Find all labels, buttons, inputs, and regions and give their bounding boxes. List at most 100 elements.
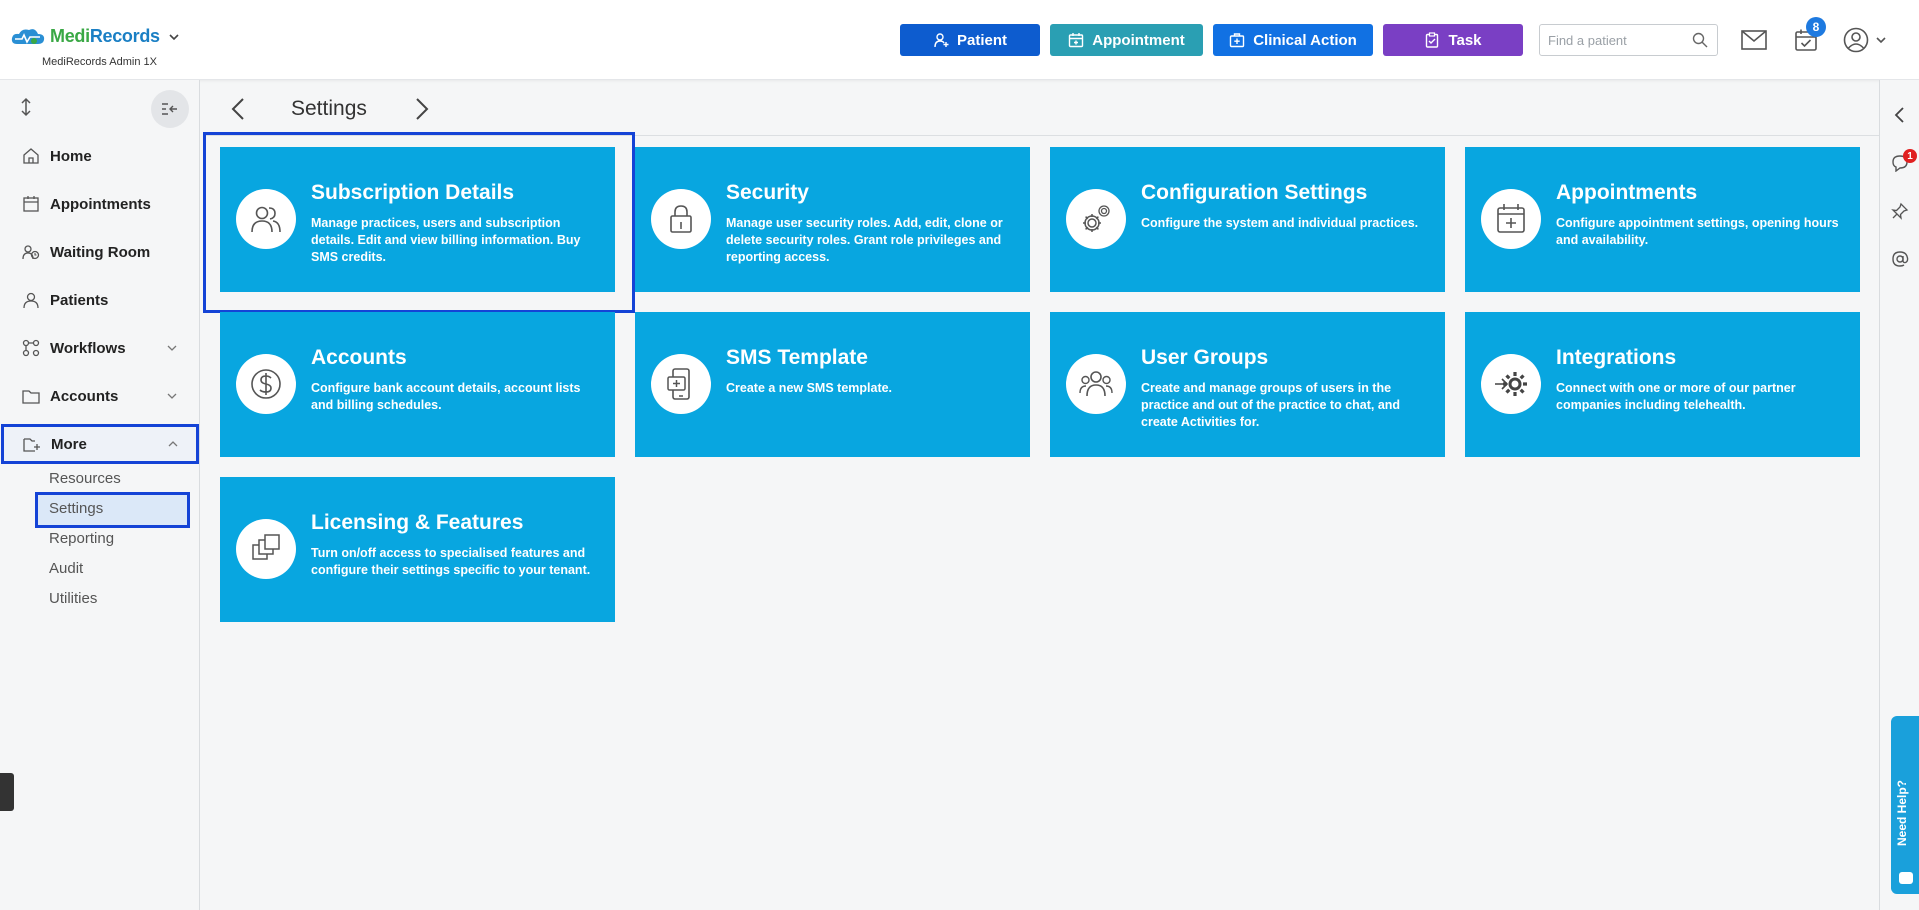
mobile-message-icon: [651, 354, 711, 414]
folder-add-icon: [23, 435, 41, 453]
reorder-icon[interactable]: [18, 97, 34, 117]
sidebar-item-label: More: [51, 435, 87, 453]
sidebar-top: [0, 80, 200, 135]
chevron-up-icon: [168, 441, 178, 447]
sidebar-item-accounts[interactable]: Accounts: [0, 376, 200, 416]
appointment-button[interactable]: Appointment: [1050, 24, 1203, 56]
calendar-icon: [1069, 33, 1084, 48]
calendar-add-icon: [1481, 189, 1541, 249]
tile-accounts[interactable]: Accounts Configure bank account details,…: [220, 312, 615, 457]
tile-title: Accounts: [311, 346, 407, 369]
chevron-left-icon[interactable]: [230, 97, 246, 121]
user-group-icon: [1066, 354, 1126, 414]
collapse-sidebar-button[interactable]: [151, 90, 189, 128]
sidebar-item-home[interactable]: Home: [0, 136, 200, 176]
tile-user-groups[interactable]: User Groups Create and manage groups of …: [1050, 312, 1445, 457]
gears-icon: [1066, 189, 1126, 249]
brand-part-1: Medi: [50, 26, 90, 46]
sidebar-item-waiting-room[interactable]: Waiting Room: [0, 232, 200, 272]
medical-kit-icon: [1229, 33, 1245, 48]
tile-integrations[interactable]: Integrations Connect with one or more of…: [1465, 312, 1860, 457]
sidebar-item-label: Home: [50, 147, 92, 165]
tile-description: Manage user security roles. Add, edit, c…: [726, 216, 1003, 264]
tile-title: Appointments: [1556, 181, 1698, 204]
tile-configuration-settings[interactable]: Configuration Settings Configure the sys…: [1050, 147, 1445, 292]
lock-icon: [651, 189, 711, 249]
tile-sms-template[interactable]: SMS Template Create a new SMS template.: [635, 312, 1030, 457]
tile-title: Subscription Details: [311, 181, 515, 204]
users-icon: [236, 189, 296, 249]
appointment-button-label: Appointment: [1092, 31, 1185, 49]
sidebar-subitem-utilities[interactable]: Utilities: [49, 586, 97, 610]
sidebar-subitem-resources[interactable]: Resources: [49, 466, 121, 490]
mail-button[interactable]: [1740, 26, 1768, 54]
breadcrumb: Settings: [204, 80, 1879, 136]
tile-description: Configure appointment settings, opening …: [1556, 216, 1839, 247]
page-title: Settings: [291, 97, 367, 120]
at-mention-icon[interactable]: [1891, 250, 1909, 268]
chevron-left-icon[interactable]: [1891, 106, 1909, 124]
pin-icon[interactable]: [1891, 202, 1909, 220]
tile-licensing-features[interactable]: Licensing & Features Turn on/off access …: [220, 477, 615, 622]
sidebar-subitem-reporting[interactable]: Reporting: [49, 526, 114, 550]
brand-part-2: Records: [89, 26, 160, 46]
integration-gear-icon: [1481, 354, 1541, 414]
tenant-subtitle: MediRecords Admin 1X: [42, 56, 157, 68]
tile-title: Security: [726, 181, 809, 204]
brand-name: MediRecords: [50, 26, 160, 47]
search-icon[interactable]: [1692, 32, 1708, 48]
need-help-button[interactable]: Need Help?: [1891, 716, 1919, 894]
cloud-logo-icon: [11, 28, 45, 44]
mail-icon: [1741, 30, 1767, 50]
search-input[interactable]: [1540, 25, 1680, 55]
waiting-room-icon: [22, 243, 40, 261]
clinical-action-button-label: Clinical Action: [1253, 31, 1357, 49]
sidebar: Home Appointments Waiting Room Patients …: [0, 80, 200, 910]
tile-appointments[interactable]: Appointments Configure appointment setti…: [1465, 147, 1860, 292]
workflow-icon: [22, 339, 40, 357]
tile-title: Integrations: [1556, 346, 1677, 369]
tile-title: Licensing & Features: [311, 511, 524, 534]
sidebar-item-label: Patients: [50, 291, 109, 309]
chevron-down-icon: [167, 345, 177, 351]
patient-search: [1539, 24, 1718, 56]
sidebar-item-appointments[interactable]: Appointments: [0, 184, 200, 224]
patients-icon: [22, 291, 40, 309]
tile-title: SMS Template: [726, 346, 868, 369]
chevron-down-icon: [1876, 37, 1886, 44]
sidebar-subitem-settings[interactable]: Settings: [49, 496, 103, 520]
tile-subscription-details[interactable]: Subscription Details Manage practices, u…: [220, 147, 615, 292]
sidebar-item-more[interactable]: More: [1, 424, 199, 464]
user-menu-button[interactable]: [1843, 26, 1889, 54]
sidebar-item-workflows[interactable]: Workflows: [0, 328, 200, 368]
tile-description: Create and manage groups of users in the…: [1141, 381, 1401, 429]
tile-description: Create a new SMS template.: [726, 381, 893, 395]
clipboard-icon: [1426, 32, 1439, 48]
patient-button[interactable]: Patient: [900, 24, 1040, 56]
tile-security[interactable]: Security Manage user security roles. Add…: [635, 147, 1030, 292]
chevron-down-icon: [167, 393, 177, 399]
need-help-label: Need Help?: [1895, 779, 1909, 846]
folder-icon: [22, 387, 40, 405]
clinical-action-button[interactable]: Clinical Action: [1213, 24, 1373, 56]
tile-title: User Groups: [1141, 346, 1269, 369]
sidebar-item-patients[interactable]: Patients: [0, 280, 200, 320]
task-button-label: Task: [1448, 31, 1482, 49]
sidebar-subitem-audit[interactable]: Audit: [49, 556, 83, 580]
left-edge-tab[interactable]: [0, 773, 14, 811]
add-user-icon: [934, 33, 949, 48]
chevron-down-icon[interactable]: [168, 31, 180, 43]
tile-title: Configuration Settings: [1141, 181, 1368, 204]
home-icon: [22, 147, 40, 165]
task-button[interactable]: Task: [1383, 24, 1523, 56]
tile-description: Configure bank account details, account …: [311, 381, 581, 412]
tile-description: Turn on/off access to specialised featur…: [311, 546, 591, 577]
user-avatar-icon: [1843, 27, 1869, 53]
tile-description: Connect with one or more of our partner …: [1556, 381, 1796, 412]
top-bar: MediRecords MediRecords Admin 1X Patient…: [0, 0, 1919, 80]
sidebar-item-label: Waiting Room: [50, 243, 151, 261]
app-logo[interactable]: MediRecords: [10, 26, 180, 47]
chevron-right-icon[interactable]: [414, 97, 430, 121]
sidebar-item-label: Accounts: [50, 387, 119, 405]
calendar-badge: 8: [1806, 17, 1826, 37]
